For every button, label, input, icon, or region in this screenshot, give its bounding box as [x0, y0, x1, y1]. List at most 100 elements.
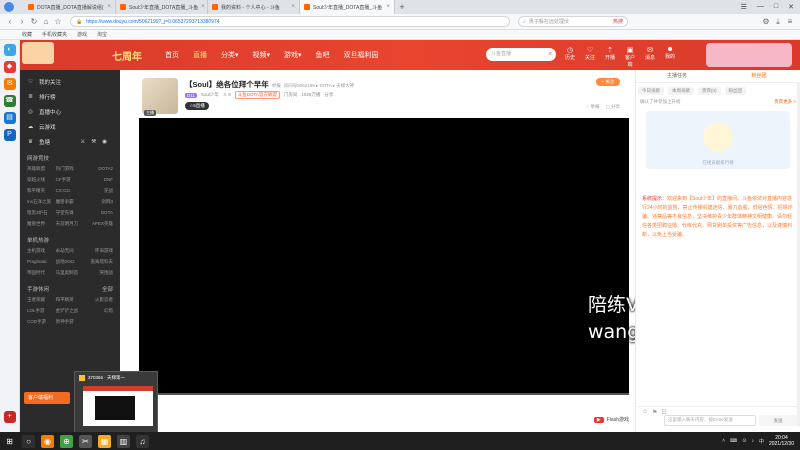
category-link[interactable]: LOL手游: [27, 308, 56, 314]
category-link[interactable]: 天涯明月刀: [56, 221, 85, 227]
douyu-search-input[interactable]: 斗鱼直播 ⌕: [486, 48, 556, 61]
close-tab-icon[interactable]: ×: [201, 4, 205, 10]
category-link[interactable]: 主机游戏: [27, 248, 56, 254]
message-button[interactable]: ✉ 消息: [644, 46, 656, 68]
category-link[interactable]: 王者荣耀: [27, 297, 56, 303]
report-link[interactable]: 举报: [272, 83, 281, 88]
client-button[interactable]: ▣ 客户端: [624, 46, 636, 68]
streamer-name[interactable]: Soul少年: [201, 92, 219, 98]
ime-icon[interactable]: 中: [759, 438, 764, 445]
send-button[interactable]: 发送: [759, 415, 797, 426]
new-tab-button[interactable]: +: [395, 2, 409, 12]
category-link[interactable]: 和平精英: [56, 297, 85, 303]
category-link[interactable]: 幻塔: [84, 308, 113, 314]
menu-ranking[interactable]: ≣ 排行榜: [20, 89, 120, 104]
app-icon[interactable]: ✂: [79, 434, 92, 448]
chat-textbox[interactable]: 这里输入聊天内容，按Enter发送: [664, 415, 756, 426]
tab-today-contrib[interactable]: 今日贡献: [638, 87, 664, 95]
category-link[interactable]: CF手游: [56, 177, 85, 183]
player-progress-bar[interactable]: [139, 393, 629, 395]
category-link[interactable]: 火影忍者: [84, 297, 113, 303]
sidebar-app-icon[interactable]: ▤: [3, 112, 16, 124]
start-icon[interactable]: ⊞: [3, 435, 16, 448]
volume-icon[interactable]: ♪: [751, 438, 754, 444]
browser-tab[interactable]: 我的资料 - 个人中心 - 斗鱼 ×: [208, 0, 300, 14]
sidebar-add-icon[interactable]: +: [3, 411, 16, 423]
clock[interactable]: 20:04 2021/12/30: [769, 435, 794, 447]
maximize-icon[interactable]: □: [774, 3, 778, 11]
tab-fan-club[interactable]: 粉丝团: [718, 70, 800, 82]
sidebar-app-icon[interactable]: ◆: [3, 61, 16, 73]
category-link[interactable]: DNF: [84, 177, 113, 183]
category-link[interactable]: 原神手游: [56, 319, 85, 325]
browser-tab[interactable]: Soul少年直播_DOTA直播_斗鱼 ×: [116, 0, 208, 14]
menu-my-follow[interactable]: ♡ 我的关注: [20, 74, 120, 89]
home-icon[interactable]: ⌂: [40, 17, 52, 26]
menu-cloud-game[interactable]: ☁ 云游戏: [20, 119, 120, 134]
category-link[interactable]: 魔兽争霸: [56, 199, 85, 205]
promo-banner[interactable]: [706, 43, 792, 67]
category-link[interactable]: 剑网3: [84, 199, 113, 205]
browser-app-icon[interactable]: ⊕: [60, 434, 73, 448]
address-bar[interactable]: 🔒 https://www.douyu.com/5062199?_j=0.065…: [70, 16, 510, 27]
follow-button[interactable]: + 关注: [596, 78, 620, 86]
category-link[interactable]: 热门游戏: [56, 166, 85, 172]
app-icon[interactable]: ▥: [117, 434, 130, 448]
app-icon[interactable]: ▦: [98, 434, 111, 448]
category-link[interactable]: Pragmatic: [27, 259, 56, 265]
rank-more-link[interactable]: 贵宾更多 >: [774, 99, 796, 105]
sidebar-app-icon[interactable]: ✉: [3, 78, 16, 90]
more-menu-icon[interactable]: ≡: [784, 17, 796, 26]
share-tag[interactable]: 分享: [324, 92, 333, 98]
video-player[interactable]: [139, 118, 629, 395]
nav-category[interactable]: 分类▾: [221, 50, 239, 60]
forward-icon[interactable]: ›: [16, 17, 28, 26]
sidebar-app-icon[interactable]: P: [3, 129, 16, 141]
flash-game-entry[interactable]: ▶ Flash游戏: [593, 416, 629, 423]
section-more-link[interactable]: 全部: [102, 285, 113, 293]
category-link[interactable]: 逃离塔科夫: [84, 259, 113, 265]
menu-live-center[interactable]: ◎ 直播中心: [20, 104, 120, 119]
tab-fans[interactable]: 粉丝团: [724, 87, 746, 95]
reload-icon[interactable]: ↻: [28, 17, 40, 26]
menu-fishpond-row[interactable]: ♛ 鱼塘 ⚔⚒◉: [20, 134, 120, 149]
extension-icon[interactable]: ⚙: [760, 17, 772, 26]
category-link[interactable]: 逆战: [84, 188, 113, 194]
nav-welfare[interactable]: 双旦福利园: [344, 50, 379, 60]
tab-anchor-task[interactable]: 主播任务: [636, 70, 718, 82]
nav-live[interactable]: 直播: [193, 50, 207, 60]
browser-logo-icon[interactable]: [4, 2, 14, 12]
official-league-tag[interactable]: 斗鱼DOTA官方联盟: [234, 91, 280, 99]
nav-home[interactable]: 首页: [165, 50, 179, 60]
minimize-icon[interactable]: —: [757, 3, 764, 11]
close-tab-icon[interactable]: ×: [107, 4, 111, 10]
douyu-logo[interactable]: [22, 42, 54, 64]
category-link[interactable]: 马里奥制造: [56, 270, 85, 276]
app-icon[interactable]: ◉: [41, 434, 54, 448]
follow-list-button[interactable]: ♡ 关注: [584, 46, 596, 68]
hot-rank-badge[interactable]: ☆5直播: [185, 102, 209, 110]
client-welfare-button[interactable]: 客户端福利: [24, 392, 70, 404]
go-live-button[interactable]: ⇡ 开播: [604, 46, 616, 68]
bookmark-item[interactable]: 手机收藏夹: [42, 31, 67, 38]
tab-vip[interactable]: 贵宾(0): [698, 87, 721, 95]
emoji-icon[interactable]: ☺: [642, 409, 648, 416]
browser-tab[interactable]: DOTA直播_DOTA直播解说组(×: [24, 0, 116, 14]
category-link[interactable]: CS:GO: [56, 188, 85, 194]
close-tab-icon[interactable]: ×: [386, 4, 390, 10]
category-link[interactable]: 魔兽世界: [27, 221, 56, 227]
tray-expand-icon[interactable]: ˄: [722, 438, 725, 444]
category-link[interactable]: [84, 319, 113, 325]
streamer-avatar[interactable]: 主播: [142, 78, 178, 116]
keyboard-icon[interactable]: ⌨: [730, 438, 737, 444]
app-icon[interactable]: ♫: [136, 434, 149, 448]
category-link[interactable]: 穿越火线: [27, 177, 56, 183]
category-link[interactable]: 怀旧游戏: [84, 248, 113, 254]
category-link[interactable]: 永劫无间: [56, 248, 85, 254]
browser-tab-active[interactable]: Soul少年直播_DOTA直播_斗鱼 ×: [300, 0, 395, 14]
category-link[interactable]: 帝国时代: [27, 270, 56, 276]
menu-icon[interactable]: ☰: [741, 3, 747, 11]
flag-icon[interactable]: ⚑: [652, 409, 657, 416]
category-link[interactable]: 守望先锋: [56, 210, 85, 216]
history-button[interactable]: ◷ 历史: [564, 46, 576, 68]
